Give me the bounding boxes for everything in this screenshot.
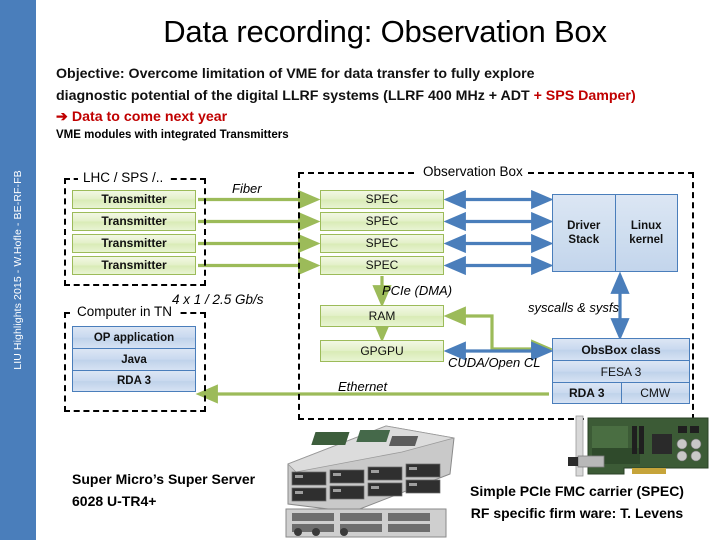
java-box[interactable]: Java <box>72 348 196 370</box>
objective-line-1: Objective: Overcome limitation of VME fo… <box>56 66 535 82</box>
spec-box[interactable]: SPEC <box>320 212 444 231</box>
op-application-box[interactable]: OP application <box>72 326 196 348</box>
transmitter-box[interactable]: Transmitter <box>72 212 196 231</box>
spec-caption: Simple PCIe FMC carrier (SPEC) RF specif… <box>444 480 710 524</box>
obsbox-stack-row: ObsBox class <box>552 338 690 360</box>
obsbox-software-stack: ObsBox class FESA 3 RDA 3 CMW <box>552 338 690 404</box>
gpgpu-box[interactable]: GPGPU <box>320 340 444 362</box>
ram-box[interactable]: RAM <box>320 305 444 327</box>
cuda-opencl-label: CUDA/Open CL <box>448 355 541 370</box>
vme-modules-caption: VME modules with integrated Transmitters <box>56 129 289 141</box>
objective-line-3: ➔ Data to come next year <box>56 109 228 125</box>
ethernet-label: Ethernet <box>338 379 388 394</box>
spec-caption-line-2: RF specific firm ware: T. Levens <box>470 505 684 521</box>
objective-text: Objective: Overcome limitation of VME fo… <box>56 64 696 129</box>
observation-box-title: Observation Box <box>418 164 528 179</box>
transmitter-box[interactable]: Transmitter <box>72 256 196 275</box>
transmitter-box[interactable]: Transmitter <box>72 234 196 253</box>
fiber-label: Fiber <box>232 181 262 196</box>
objective-line-2-red: + SPS Damper) <box>533 87 636 104</box>
spec-caption-line-1: Simple PCIe FMC carrier (SPEC) <box>470 483 684 499</box>
spec-box[interactable]: SPEC <box>320 234 444 253</box>
spec-box[interactable]: SPEC <box>320 256 444 275</box>
spec-pcie-card-photo <box>568 415 709 477</box>
spec-box[interactable]: SPEC <box>320 190 444 209</box>
obsbox-stack-row: FESA 3 <box>552 360 690 382</box>
sidebar-accent-bar: LIU Highlights 2015 - W.Hofle - BE-RF-FB <box>0 0 36 540</box>
link-speed-label: 4 x 1 / 2.5 Gb/s <box>172 292 264 307</box>
sidebar-footer-label: LIU Highlights 2015 - W.Hofle - BE-RF-FB <box>12 170 24 370</box>
objective-line-2-black: diagnostic potential of the digital LLRF… <box>56 87 534 104</box>
computer-in-tn-title: Computer in TN <box>72 304 178 319</box>
rda3-box[interactable]: RDA 3 <box>72 370 196 392</box>
obsbox-stack-row: RDA 3 CMW <box>552 382 690 404</box>
rda3-cell[interactable]: RDA 3 <box>553 383 621 403</box>
tn-software-stack: OP application Java RDA 3 <box>72 326 196 392</box>
supermicro-server-photo <box>285 425 455 538</box>
fesa3-cell[interactable]: FESA 3 <box>553 361 689 382</box>
syscalls-sysfs-label: syscalls & sysfs <box>528 300 620 315</box>
page-title: Data recording: Observation Box <box>163 14 607 49</box>
obsbox-class-cell[interactable]: ObsBox class <box>553 339 689 360</box>
lhc-sps-box-title: LHC / SPS /.. <box>78 170 169 185</box>
driver-stack-box[interactable]: Driver Stack <box>553 195 616 271</box>
driver-stack-linux-kernel-group: Driver Stack Linux kernel <box>552 194 678 272</box>
server-caption: Super Micro’s Super Server 6028 U-TR4+ <box>72 471 256 509</box>
pcie-dma-label: PCIe (DMA) <box>382 283 453 298</box>
linux-kernel-box[interactable]: Linux kernel <box>616 195 678 271</box>
transmitter-box[interactable]: Transmitter <box>72 190 196 209</box>
objective-line-2: diagnostic potential of the digital LLRF… <box>56 86 696 108</box>
cmw-cell[interactable]: CMW <box>620 383 690 403</box>
